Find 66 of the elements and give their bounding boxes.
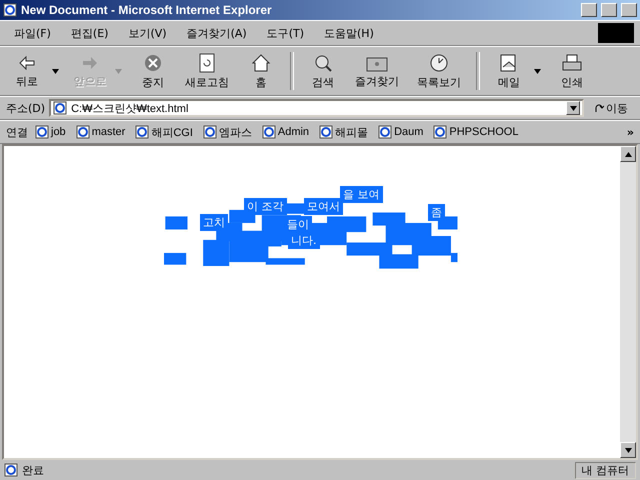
close-button[interactable] xyxy=(621,3,637,17)
ie-page-icon xyxy=(319,125,334,139)
ie-page-icon xyxy=(135,125,150,139)
address-field[interactable]: C:₩스크린샷₩text.html xyxy=(49,99,584,117)
curved-arrow-icon xyxy=(594,103,604,113)
link-button[interactable]: job xyxy=(32,125,69,139)
link-button[interactable]: PHPSCHOOL xyxy=(430,125,522,139)
menu-item[interactable]: 즐겨찾기(A) xyxy=(178,24,255,42)
address-value: C:₩스크린샷₩text.html xyxy=(71,102,190,116)
ie-page-icon xyxy=(378,125,392,139)
menu-item[interactable]: 파일(F) xyxy=(6,24,59,42)
menu-item[interactable]: 보기(V) xyxy=(120,24,175,42)
text-fragment: 좀 xyxy=(428,204,445,221)
up-arrow-icon xyxy=(624,152,632,156)
toolbar-button[interactable]: 메일 xyxy=(488,52,530,90)
clock-icon xyxy=(429,52,449,72)
toolbar-button[interactable]: 뒤로 xyxy=(6,54,48,88)
text-fragment: 을 보여 xyxy=(340,186,382,203)
link-button[interactable]: Admin xyxy=(258,125,312,139)
scrollbar[interactable] xyxy=(620,146,636,458)
toolbar-button[interactable]: 홈 xyxy=(240,52,282,90)
caret-icon[interactable] xyxy=(534,68,541,74)
menu-item[interactable]: 도구(T) xyxy=(258,24,312,42)
text-fragment: 고치 xyxy=(200,214,228,231)
ie-page-icon xyxy=(433,125,448,139)
refresh-icon xyxy=(198,52,216,72)
zone-label: 내 컴퓨터 xyxy=(574,462,636,478)
toolbar-button[interactable]: 즐겨찾기 xyxy=(348,54,406,88)
stop-icon xyxy=(143,52,163,72)
toolbar-button[interactable]: 검색 xyxy=(302,52,344,90)
ie-page-icon xyxy=(76,125,90,139)
ie-page-icon xyxy=(53,101,68,115)
toolbar-button[interactable]: 인쇄 xyxy=(551,52,593,90)
ie-page-icon xyxy=(4,463,18,477)
maximize-button[interactable] xyxy=(601,3,617,17)
dropdown-button[interactable] xyxy=(566,101,580,115)
caret-icon[interactable] xyxy=(52,68,59,74)
toolbar-button[interactable]: 목록보기 xyxy=(410,52,468,90)
link-button[interactable]: master xyxy=(72,125,128,139)
status-text: 완료 xyxy=(22,462,45,478)
more-links[interactable]: » xyxy=(626,126,634,138)
link-button[interactable]: 해피몰 xyxy=(316,124,372,140)
search-icon xyxy=(313,52,333,72)
home-icon xyxy=(251,52,271,72)
text-fragment: 이 조각 xyxy=(244,198,286,215)
down-arrow-icon xyxy=(624,448,632,452)
ie-page-icon xyxy=(35,125,49,139)
go-button[interactable]: 이동 xyxy=(588,100,634,116)
back-arrow-icon xyxy=(17,54,37,72)
link-button[interactable]: 해피CGI xyxy=(132,124,196,140)
ie-page-icon xyxy=(262,125,276,139)
links-label: 연결 xyxy=(6,124,28,140)
link-button[interactable]: 엠파스 xyxy=(200,124,255,140)
printer-icon xyxy=(561,52,583,72)
ie-page-icon xyxy=(202,125,217,139)
toolbar-button[interactable]: 중지 xyxy=(132,52,174,90)
caret-icon xyxy=(570,106,576,110)
address-label: 주소(D) xyxy=(6,100,46,116)
link-button[interactable]: Daum xyxy=(375,125,426,139)
text-fragment: 모여서 xyxy=(304,198,343,215)
menu-item[interactable]: 편집(E) xyxy=(62,24,116,42)
menu-item[interactable]: 도움말(H) xyxy=(316,24,382,42)
minimize-button[interactable] xyxy=(581,3,597,17)
window-title: New Document - Microsoft Internet Explorer xyxy=(21,3,273,17)
ie-page-icon xyxy=(3,3,17,17)
toolbar-button[interactable]: 새로고침 xyxy=(178,52,236,90)
